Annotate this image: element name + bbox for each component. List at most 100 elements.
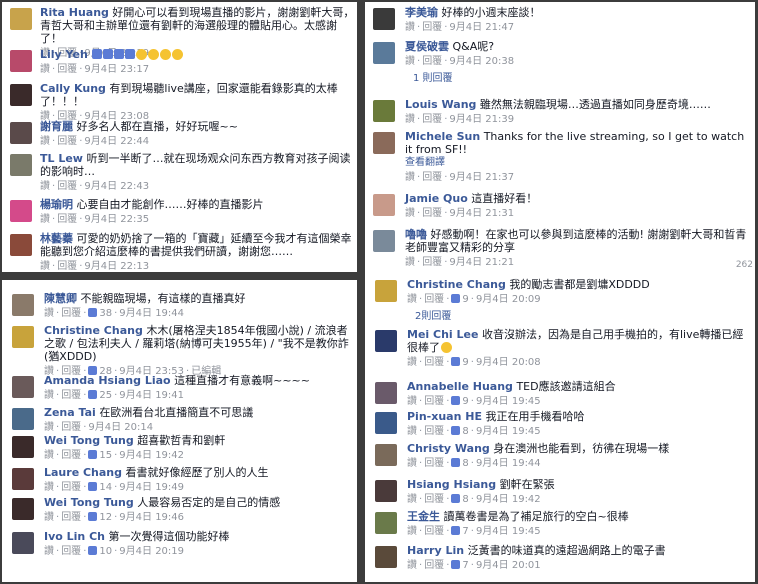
comment-timestamp[interactable]: 9月4日 19:45 <box>476 426 541 437</box>
like-link[interactable]: 讚 <box>40 214 50 225</box>
commenter-name[interactable]: Christine Chang <box>44 324 143 337</box>
avatar[interactable] <box>12 436 34 458</box>
avatar[interactable] <box>10 50 32 72</box>
like-link[interactable]: 讚 <box>407 560 417 571</box>
comment-timestamp[interactable]: 9月4日 20:08 <box>476 357 541 368</box>
avatar[interactable] <box>12 408 34 430</box>
commenter-name[interactable]: Wei Tong Tung <box>44 496 134 509</box>
like-count[interactable]: 12 <box>99 512 112 523</box>
commenter-name[interactable]: Cally Kung <box>40 82 106 95</box>
like-count[interactable]: 10 <box>99 546 112 557</box>
avatar[interactable] <box>10 84 32 106</box>
avatar[interactable] <box>12 326 34 348</box>
like-link[interactable]: 讚 <box>40 261 50 272</box>
like-link[interactable]: 讚 <box>405 172 415 183</box>
comment-timestamp[interactable]: 9月4日 22:44 <box>84 136 149 147</box>
like-link[interactable]: 讚 <box>407 526 417 537</box>
commenter-name[interactable]: Laure Chang <box>44 466 122 479</box>
commenter-name[interactable]: Pin-xuan HE <box>407 410 482 423</box>
commenter-name[interactable]: TL Lew <box>40 152 83 165</box>
like-link[interactable]: 讚 <box>405 56 415 67</box>
comment-timestamp[interactable]: 9月4日 21:21 <box>449 257 514 268</box>
commenter-name[interactable]: Rita Huang <box>40 6 109 19</box>
view-replies-link[interactable]: 1 則回覆 <box>413 72 750 86</box>
commenter-name[interactable]: Wei Tong Tung <box>44 434 134 447</box>
commenter-name[interactable]: Mei Chi Lee <box>407 328 478 341</box>
reply-link[interactable]: 回覆 <box>57 181 77 192</box>
avatar[interactable] <box>12 498 34 520</box>
avatar[interactable] <box>375 330 397 352</box>
like-count[interactable]: 7 <box>462 526 468 537</box>
comment-timestamp[interactable]: 9月4日 23:17 <box>84 64 149 75</box>
reply-link[interactable]: 回覆 <box>57 136 77 147</box>
reply-link[interactable]: 回覆 <box>57 261 77 272</box>
comment-timestamp[interactable]: 9月4日 21:37 <box>449 172 514 183</box>
commenter-name[interactable]: Christy Wang <box>407 442 490 455</box>
comment-timestamp[interactable]: 9月4日 20:01 <box>476 560 541 571</box>
comment-timestamp[interactable]: 9月4日 19:49 <box>119 482 184 493</box>
like-link[interactable]: 讚 <box>407 494 417 505</box>
like-count[interactable]: 7 <box>462 560 468 571</box>
like-link[interactable]: 讚 <box>407 458 417 469</box>
reply-link[interactable]: 回覆 <box>422 56 442 67</box>
commenter-name[interactable]: Louis Wang <box>405 98 476 111</box>
avatar[interactable] <box>373 8 395 30</box>
comment-timestamp[interactable]: 9月4日 21:39 <box>449 114 514 125</box>
avatar[interactable] <box>373 42 395 64</box>
reply-link[interactable]: 回覆 <box>61 546 81 557</box>
commenter-name[interactable]: 夏侯破雲 <box>405 40 449 53</box>
comment-timestamp[interactable]: 9月4日 19:42 <box>119 450 184 461</box>
reply-link[interactable]: 回覆 <box>61 482 81 493</box>
reply-link[interactable]: 回覆 <box>61 308 81 319</box>
avatar[interactable] <box>12 468 34 490</box>
avatar[interactable] <box>375 480 397 502</box>
reply-link[interactable]: 回覆 <box>57 214 77 225</box>
avatar[interactable] <box>10 8 32 30</box>
like-link[interactable]: 讚 <box>407 357 417 368</box>
avatar[interactable] <box>12 376 34 398</box>
avatar[interactable] <box>373 100 395 122</box>
like-link[interactable]: 讚 <box>44 512 54 523</box>
commenter-name[interactable]: 嚕嚕 <box>405 228 427 241</box>
comment-timestamp[interactable]: 9月4日 21:31 <box>449 208 514 219</box>
view-replies-link[interactable]: 2則回覆 <box>415 310 747 324</box>
commenter-name[interactable]: Annabelle Huang <box>407 380 513 393</box>
commenter-name[interactable]: 李美瑜 <box>405 6 438 19</box>
like-count[interactable]: 8 <box>462 494 468 505</box>
avatar[interactable] <box>12 532 34 554</box>
comment-timestamp[interactable]: 9月4日 19:42 <box>476 494 541 505</box>
reply-link[interactable]: 回覆 <box>424 294 444 305</box>
like-count[interactable]: 8 <box>462 426 468 437</box>
avatar[interactable] <box>373 132 395 154</box>
like-link[interactable]: 讚 <box>44 482 54 493</box>
like-count[interactable]: 14 <box>99 482 112 493</box>
like-link[interactable]: 讚 <box>405 22 415 33</box>
reply-link[interactable]: 回覆 <box>422 22 442 33</box>
like-link[interactable]: 讚 <box>407 396 417 407</box>
like-count[interactable]: 9 <box>462 294 468 305</box>
like-count[interactable]: 15 <box>99 450 112 461</box>
reply-link[interactable]: 回覆 <box>424 426 444 437</box>
like-count[interactable]: 38 <box>99 308 112 319</box>
reply-link[interactable]: 回覆 <box>61 450 81 461</box>
reply-link[interactable]: 回覆 <box>424 396 444 407</box>
reply-link[interactable]: 回覆 <box>61 422 81 433</box>
commenter-name[interactable]: Harry Lin <box>407 544 464 557</box>
avatar[interactable] <box>373 230 395 252</box>
commenter-name[interactable]: Amanda Hsiang Liao <box>44 374 171 387</box>
reply-link[interactable]: 回覆 <box>61 390 81 401</box>
comment-timestamp[interactable]: 9月4日 19:44 <box>119 308 184 319</box>
comment-timestamp[interactable]: 9月4日 19:44 <box>476 458 541 469</box>
like-link[interactable]: 讚 <box>40 136 50 147</box>
commenter-name[interactable]: 林藝蓁 <box>40 232 73 245</box>
reply-link[interactable]: 回覆 <box>57 64 77 75</box>
like-link[interactable]: 讚 <box>40 64 50 75</box>
like-link[interactable]: 讚 <box>405 114 415 125</box>
commenter-name[interactable]: Zena Tai <box>44 406 96 419</box>
commenter-name[interactable]: 王金生 <box>407 510 440 523</box>
comment-timestamp[interactable]: 9月4日 20:38 <box>449 56 514 67</box>
comment-timestamp[interactable]: 9月4日 22:13 <box>84 261 149 272</box>
reply-link[interactable]: 回覆 <box>422 208 442 219</box>
comment-timestamp[interactable]: 9月4日 19:45 <box>476 526 541 537</box>
like-link[interactable]: 讚 <box>405 208 415 219</box>
